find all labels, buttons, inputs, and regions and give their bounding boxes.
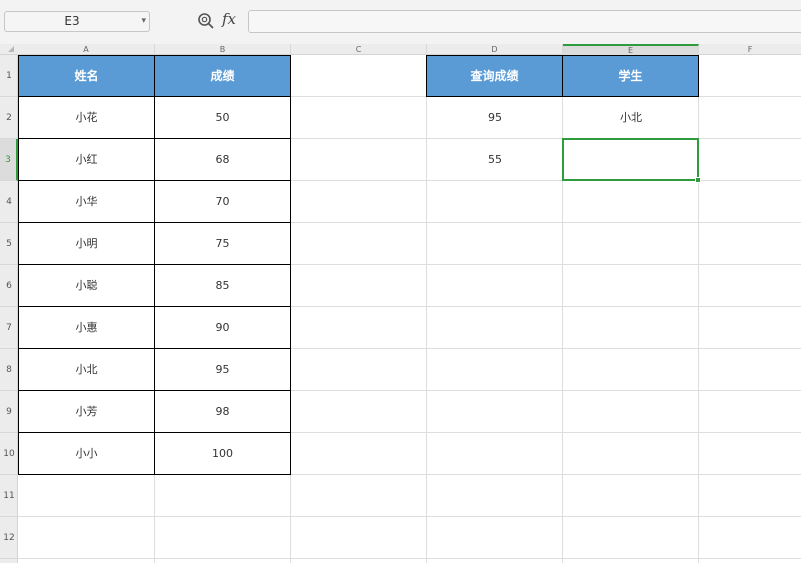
cell-b9[interactable]: 98 [155,391,291,433]
cell-a2[interactable]: 小花 [18,97,155,139]
row-header-4[interactable]: 4 [0,181,18,223]
formula-input[interactable] [248,10,801,33]
column-header-c[interactable]: C [291,44,427,55]
cell-d1[interactable]: 查询成绩 [426,55,563,97]
cell-a5[interactable]: 小明 [18,223,155,265]
gridline [18,558,801,559]
row-header-10[interactable]: 10 [0,433,18,475]
fill-handle[interactable] [695,177,701,183]
cell-a6[interactable]: 小聪 [18,265,155,307]
active-cell-selection[interactable] [562,138,699,181]
zoom-icon[interactable] [197,12,215,30]
cell-a10[interactable]: 小小 [18,433,155,475]
column-header-f[interactable]: F [699,44,801,55]
chevron-down-icon[interactable]: ▾ [141,12,146,31]
name-box-value[interactable]: E3 [5,12,139,31]
cell-a1[interactable]: 姓名 [18,55,155,97]
row-header-3[interactable]: 3 [0,139,18,181]
cell-a4[interactable]: 小华 [18,181,155,223]
column-header-d[interactable]: D [427,44,563,55]
cell-e1[interactable]: 学生 [563,55,699,97]
cell-b1[interactable]: 成绩 [155,55,291,97]
cell-a8[interactable]: 小北 [18,349,155,391]
row-header-8[interactable]: 8 [0,349,18,391]
function-icon[interactable]: fx [222,10,236,28]
cell-a7[interactable]: 小惠 [18,307,155,349]
cell-e2[interactable]: 小北 [563,97,699,139]
cell-b5[interactable]: 75 [155,223,291,265]
row-header-9[interactable]: 9 [0,391,18,433]
cell-b10[interactable]: 100 [155,433,291,475]
column-header-e[interactable]: E [563,44,699,55]
cell-b6[interactable]: 85 [155,265,291,307]
row-header-5[interactable]: 5 [0,223,18,265]
gridline [18,516,801,517]
cell-b7[interactable]: 90 [155,307,291,349]
column-header-a[interactable]: A [18,44,155,55]
row-header-11[interactable]: 11 [0,475,18,517]
cell-b3[interactable]: 68 [155,139,291,181]
cell-b4[interactable]: 70 [155,181,291,223]
row-header-1[interactable]: 1 [0,55,18,97]
formula-toolbar: E3 ▾ fx [0,0,801,44]
cell-a9[interactable]: 小芳 [18,391,155,433]
row-header-6[interactable]: 6 [0,265,18,307]
cell-a3[interactable]: 小红 [18,139,155,181]
column-header-b[interactable]: B [155,44,291,55]
cell-d2[interactable]: 95 [427,97,563,139]
row-header-7[interactable]: 7 [0,307,18,349]
name-box[interactable]: E3 ▾ [4,11,150,32]
row-header-12[interactable]: 12 [0,517,18,559]
row-header-2[interactable]: 2 [0,97,18,139]
cell-d3[interactable]: 55 [427,139,563,181]
cell-b8[interactable]: 95 [155,349,291,391]
cell-b2[interactable]: 50 [155,97,291,139]
select-all-corner[interactable] [8,46,14,52]
